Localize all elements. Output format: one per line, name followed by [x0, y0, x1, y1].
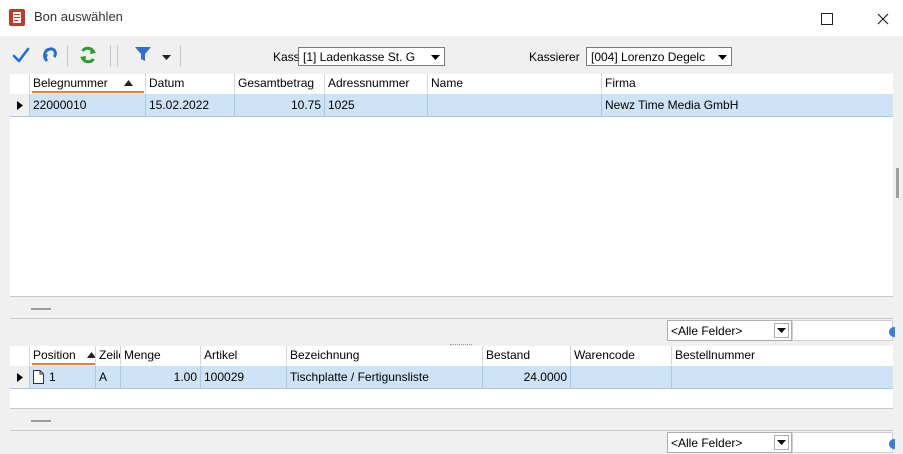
field-filter-value: <Alle Felder> [671, 436, 743, 450]
col-gesamtbetrag[interactable]: Gesamtbetrag [235, 74, 325, 93]
field-filter-value: <Alle Felder> [671, 324, 743, 338]
sort-ascending-icon [87, 352, 95, 358]
sort-indicator [32, 91, 144, 93]
splitter-handle[interactable] [896, 168, 899, 198]
col-firma[interactable]: Firma [602, 74, 893, 93]
kassierer-value: [004] Lorenzo Degelc [591, 50, 706, 64]
cell-position: 1 [30, 366, 96, 388]
search-icon[interactable] [889, 327, 895, 337]
col-belegnummer[interactable]: Belegnummer [30, 74, 146, 93]
col-menge[interactable]: Menge [121, 346, 201, 365]
kassierer-label: Kassierer [529, 50, 580, 64]
toolbar-separator [67, 45, 68, 67]
position-number: 1 [49, 370, 56, 384]
positions-filter-bar: <Alle Felder> [10, 408, 895, 454]
filter-dropdown-icon[interactable] [162, 55, 171, 61]
cell-menge: 1.00 [121, 366, 201, 388]
col-name[interactable]: Name [428, 74, 602, 93]
cell-firma: Newz Time Media GmbH [605, 98, 739, 112]
table-row[interactable]: 1 A 1.00 100029 Tischplatte / Fertigunsl… [10, 366, 893, 389]
field-filter-dropdown[interactable] [774, 323, 789, 338]
sort-ascending-icon [124, 80, 133, 86]
field-filter-select[interactable]: <Alle Felder> [667, 432, 792, 453]
cell-zeile: A [96, 366, 121, 388]
row-indicator [10, 94, 30, 116]
receipts-grid: Belegnummer Datum Gesamtbetrag Adressnum… [10, 74, 893, 296]
col-artikel[interactable]: Artikel [201, 346, 287, 365]
current-row-icon [17, 373, 23, 382]
cell-warencode [571, 366, 672, 388]
kasse-select[interactable]: [1] Ladenkasse St. G [298, 47, 445, 66]
chevron-down-icon [777, 440, 786, 445]
table-row[interactable]: 22000010 15.02.2022 10.75 1025 Newz Time… [10, 94, 893, 117]
row-indicator [10, 366, 30, 388]
divider [10, 318, 893, 319]
row-indicator-header [10, 74, 30, 93]
maximize-icon[interactable] [820, 12, 834, 26]
toolbar: Kasse [1] Ladenkasse St. G Kassierer [00… [0, 36, 903, 74]
filter-row-marker [31, 420, 51, 422]
chevron-down-icon [777, 328, 786, 333]
toolbar-separator [110, 45, 111, 67]
col-warencode[interactable]: Warencode [571, 346, 672, 365]
cell-name [428, 94, 602, 116]
toolbar-separator [117, 45, 118, 67]
col-zeile[interactable]: Zeile [96, 346, 121, 365]
receipts-filter-bar: <Alle Felder> [10, 296, 895, 347]
filter-search-input[interactable] [792, 432, 893, 453]
col-bestand[interactable]: Bestand [483, 346, 571, 365]
cell-datum: 15.02.2022 [146, 94, 235, 116]
row-indicator-header [10, 346, 30, 365]
app-icon [9, 9, 25, 26]
col-bestellnummer[interactable]: Bestellnummer [672, 346, 893, 365]
current-row-icon [17, 101, 23, 110]
field-filter-select[interactable]: <Alle Felder> [667, 320, 792, 341]
divider [10, 430, 893, 431]
cell-belegnummer: 22000010 [30, 94, 146, 116]
chevron-down-icon[interactable] [428, 49, 443, 64]
sort-indicator [32, 363, 95, 365]
col-datum[interactable]: Datum [146, 74, 235, 93]
toolbar-separator [180, 45, 181, 67]
cell-bestellnummer [672, 366, 893, 388]
field-filter-dropdown[interactable] [774, 435, 789, 450]
cell-adressnummer: 1025 [325, 94, 428, 116]
refresh-icon[interactable] [78, 45, 98, 65]
receipts-header: Belegnummer Datum Gesamtbetrag Adressnum… [10, 74, 893, 95]
cell-bestand: 24.0000 [483, 366, 571, 388]
filter-icon[interactable] [134, 45, 152, 63]
filter-search-input[interactable] [792, 320, 893, 341]
cell-gesamtbetrag: 10.75 [235, 94, 325, 116]
cell-artikel: 100029 [201, 366, 287, 388]
positions-header: Position Zeile Menge Artikel Bezeichnung… [10, 346, 893, 367]
filter-row-marker [31, 308, 51, 310]
chevron-down-icon[interactable] [715, 49, 730, 64]
positions-grid: Position Zeile Menge Artikel Bezeichnung… [10, 346, 893, 408]
kasse-value: [1] Ladenkasse St. G [303, 50, 416, 64]
title-bar: Bon auswählen [0, 0, 903, 36]
close-icon[interactable] [876, 12, 890, 26]
col-adressnummer[interactable]: Adressnummer [325, 74, 428, 93]
col-bezeichnung[interactable]: Bezeichnung [287, 346, 483, 365]
cell-bezeichnung: Tischplatte / Fertigunsliste [287, 366, 483, 388]
undo-icon[interactable] [41, 46, 59, 64]
kassierer-select[interactable]: [004] Lorenzo Degelc [586, 47, 732, 66]
col-position[interactable]: Position [30, 346, 96, 365]
accept-check-icon[interactable] [12, 46, 30, 64]
search-icon[interactable] [889, 439, 895, 449]
document-icon [33, 370, 44, 384]
window-title: Bon auswählen [34, 9, 123, 24]
